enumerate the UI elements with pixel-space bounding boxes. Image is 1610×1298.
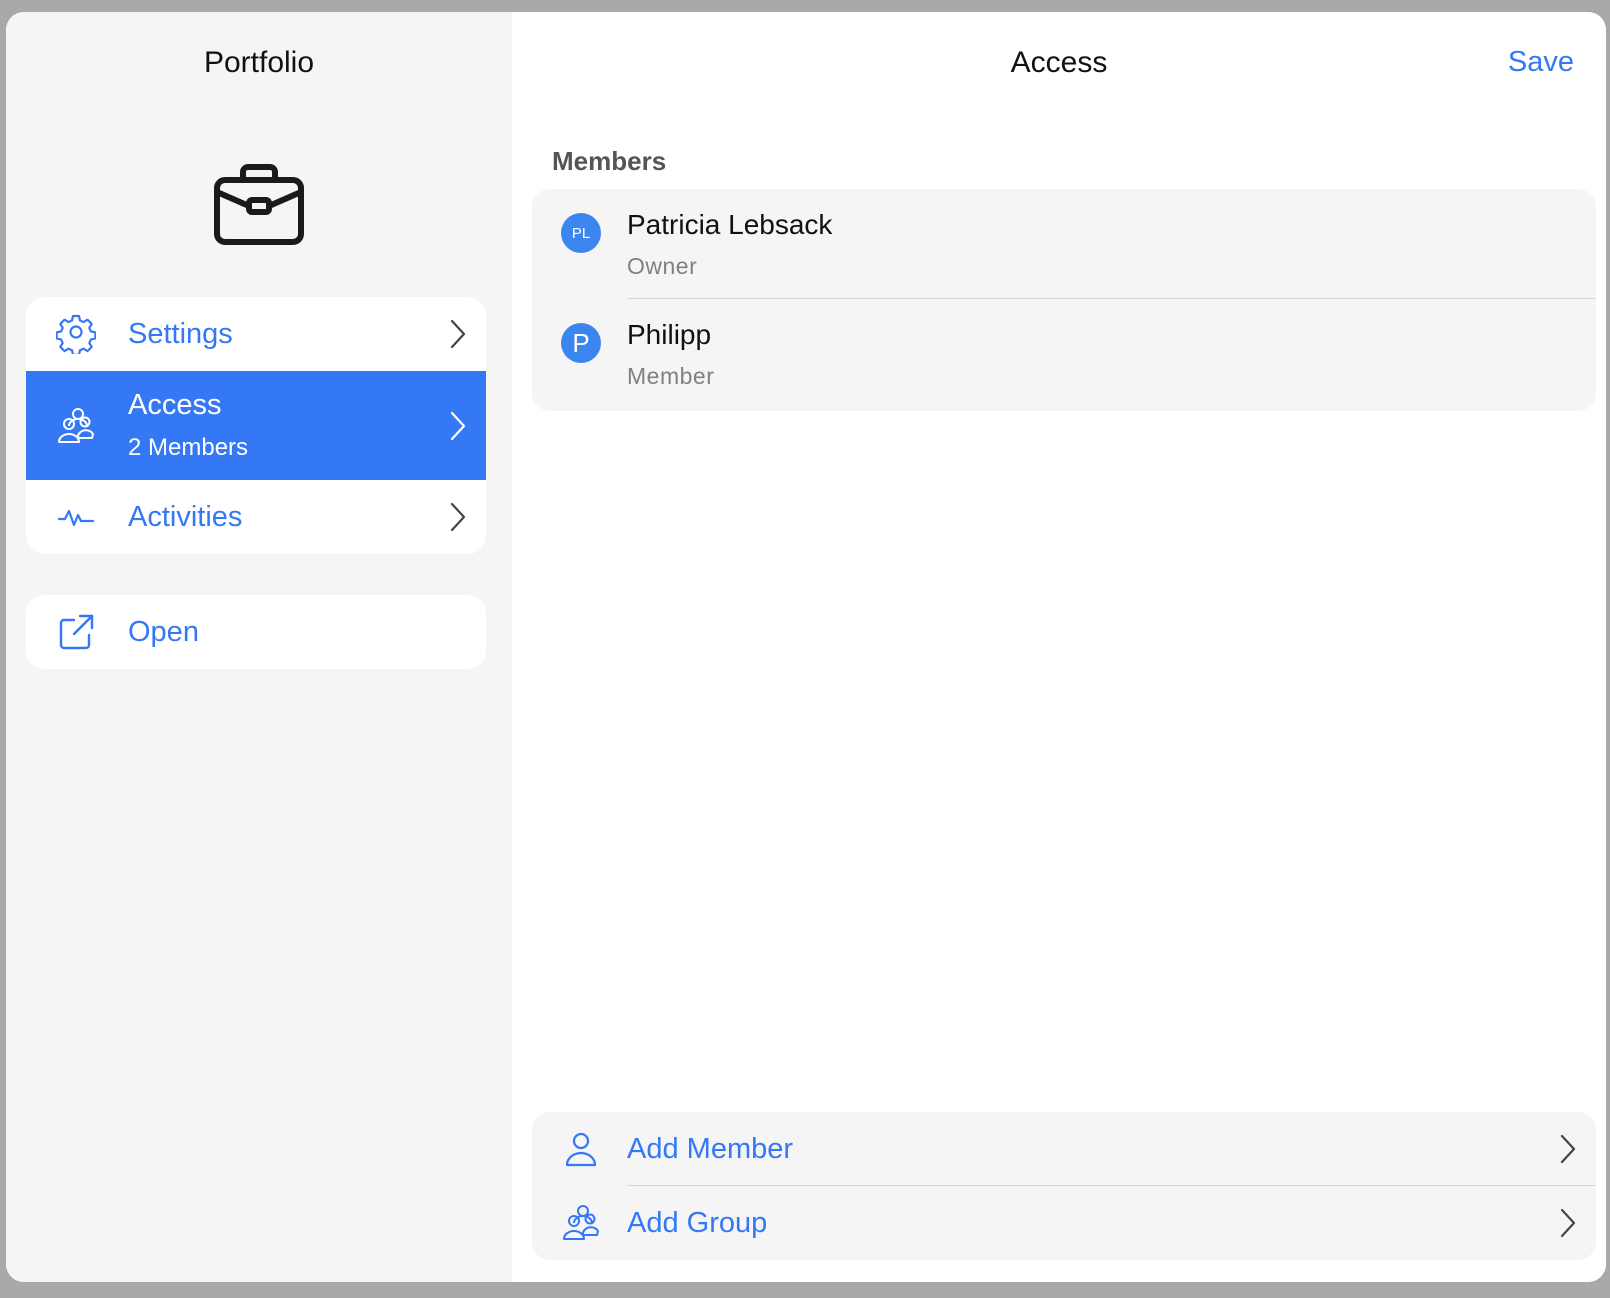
chevron-right-icon — [1560, 1134, 1576, 1164]
group-icon — [563, 1205, 599, 1240]
sidebar-item-settings[interactable]: Settings — [26, 297, 486, 371]
sidebar-item-access[interactable]: Access 2 Members — [26, 371, 486, 480]
sidebar-item-label: Open — [128, 615, 199, 648]
sidebar-menu: Settings Access 2 Members Activities — [26, 297, 486, 554]
add-group-button[interactable]: Add Group — [532, 1186, 1596, 1260]
avatar: P — [561, 323, 601, 363]
sidebar-item-activities[interactable]: Activities — [26, 480, 486, 554]
save-button[interactable]: Save — [1508, 46, 1574, 79]
sidebar-item-label: Activities — [128, 500, 243, 533]
chevron-right-icon — [450, 502, 466, 532]
members-list: PL Patricia Lebsack Owner P Philipp Memb… — [532, 189, 1596, 411]
sidebar-item-label: Settings — [128, 317, 233, 350]
briefcase-icon — [214, 164, 304, 245]
member-role: Owner — [627, 253, 698, 279]
add-member-label: Add Member — [627, 1133, 794, 1165]
chevron-right-icon — [450, 319, 466, 349]
gear-icon — [56, 314, 96, 354]
actions-list: Add Member Add Group — [532, 1112, 1596, 1260]
sidebar-title: Portfolio — [203, 46, 315, 79]
add-member-button[interactable]: Add Member — [532, 1112, 1596, 1186]
chevron-right-icon — [1560, 1208, 1576, 1238]
person-icon — [565, 1132, 597, 1167]
sidebar-item-label: Access — [128, 389, 222, 421]
main-panel: Access Save Members PL Patricia Lebsack … — [512, 12, 1606, 1282]
activity-icon — [57, 509, 95, 527]
sidebar-item-sublabel: 2 Members — [128, 434, 249, 461]
member-name: Philipp — [627, 319, 712, 350]
avatar: PL — [561, 213, 601, 253]
group-icon — [58, 407, 94, 443]
access-modal: Portfolio Settings Access 2 Members Acti… — [6, 12, 1606, 1282]
member-role: Member — [627, 363, 715, 389]
list-item[interactable]: P Philipp Member — [532, 299, 1596, 409]
members-section-header: Members — [552, 146, 667, 176]
sidebar: Portfolio Settings Access 2 Members Acti… — [6, 12, 512, 1282]
chevron-right-icon — [450, 411, 466, 440]
page-title: Access — [1010, 46, 1108, 79]
sidebar-secondary-menu: Open — [26, 595, 486, 669]
external-link-icon — [59, 614, 94, 650]
add-group-label: Add Group — [627, 1207, 768, 1239]
list-item[interactable]: PL Patricia Lebsack Owner — [532, 189, 1596, 299]
member-name: Patricia Lebsack — [627, 209, 833, 240]
sidebar-item-open[interactable]: Open — [26, 595, 486, 669]
